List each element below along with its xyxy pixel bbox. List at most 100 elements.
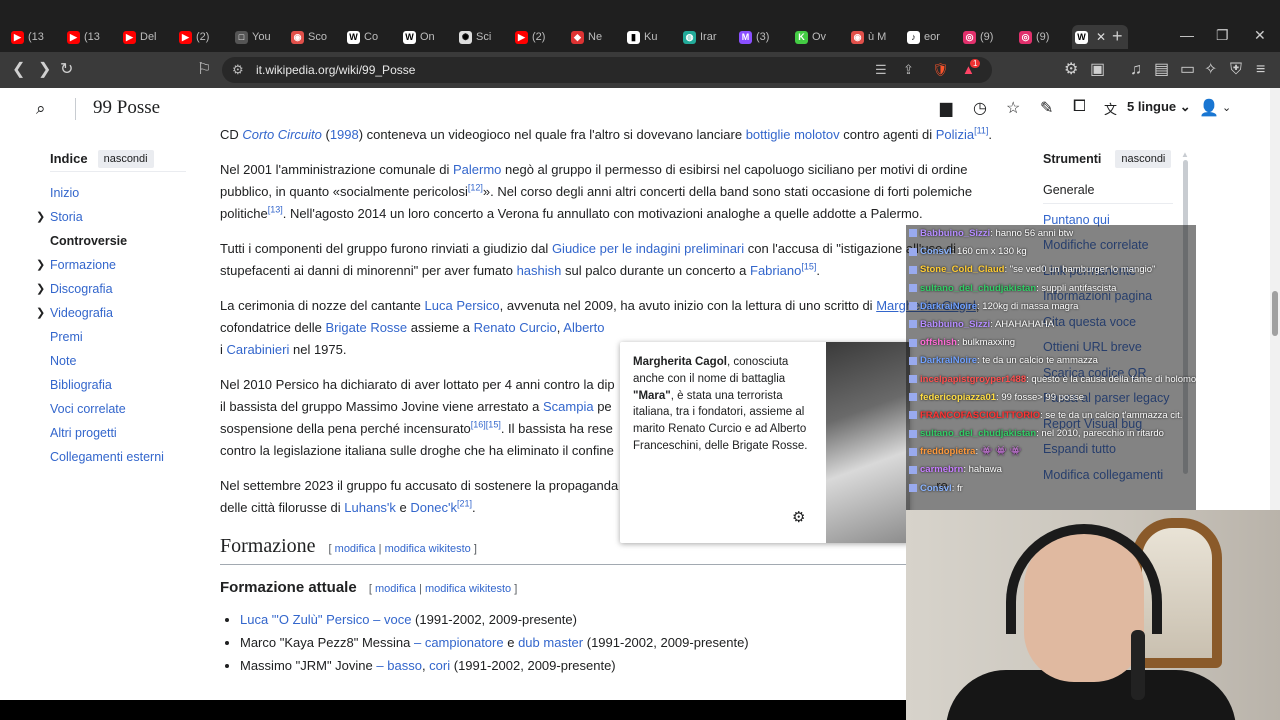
tab-5[interactable]: ◉ Sco	[288, 25, 344, 49]
edit-wikitext-link[interactable]: modifica wikitesto	[385, 543, 471, 555]
edit-link[interactable]: modifica	[335, 543, 376, 555]
scroll-up-icon[interactable]: ▲	[1181, 150, 1189, 159]
tab-4[interactable]: □ You	[232, 25, 288, 49]
tab-6[interactable]: W Co	[344, 25, 400, 49]
link-preview-popup[interactable]: Margherita Cagol, conosciuta anche con i…	[620, 342, 910, 543]
language-button[interactable]: 5 lingue ⌄	[1127, 99, 1191, 115]
brave-shields-icon[interactable]: 🛡	[932, 62, 949, 78]
link-role[interactable]: voce	[384, 612, 411, 627]
toc-item[interactable]: Collegamenti esterni	[50, 445, 190, 469]
tab-13[interactable]: M (3)	[736, 25, 792, 49]
chevron-right-icon[interactable]: ❯	[36, 277, 45, 301]
minimize-icon[interactable]: —	[1180, 27, 1194, 43]
tab-9[interactable]: ▶ (2)	[512, 25, 568, 49]
toc-item[interactable]: ❯ Discografia	[36, 277, 190, 301]
toc-item[interactable]: ❯ Formazione	[36, 253, 190, 277]
tab-12[interactable]: ◍ Irar	[680, 25, 736, 49]
site-info-icon[interactable]: ⚙	[232, 62, 244, 78]
link-donetsk[interactable]: Donec'k	[410, 500, 457, 515]
link-member[interactable]: Luca "'O Zulù" Persico	[240, 612, 370, 627]
link-bottiglie-molotov[interactable]: bottiglie molotov	[746, 127, 840, 142]
reference[interactable]: [15]	[801, 262, 816, 272]
toc-item[interactable]: Premi	[50, 325, 190, 349]
address-bar[interactable]: ⚙ it.wikipedia.org/wiki/99_Posse ☰ ⇪ 🛡 ▲…	[222, 57, 992, 83]
forward-icon[interactable]: ❯	[38, 60, 51, 80]
toc-item[interactable]: Note	[50, 349, 190, 373]
translate-icon[interactable]: 文	[1104, 99, 1117, 118]
tab-2[interactable]: ▶ Del	[120, 25, 176, 49]
leo-icon[interactable]: ✧	[1204, 60, 1217, 80]
link-role[interactable]: campionatore	[425, 635, 504, 650]
link-giudice[interactable]: Giudice per le indagini preliminari	[552, 241, 744, 256]
edit-link[interactable]: modifica	[375, 583, 416, 595]
toc-item[interactable]: ❯ Storia	[36, 205, 190, 229]
toc-item[interactable]: Bibliografia	[50, 373, 190, 397]
reference[interactable]: [16][15]	[471, 420, 501, 430]
reload-icon[interactable]: ↻	[60, 60, 73, 80]
link-polizia[interactable]: Polizia	[936, 127, 974, 142]
chevron-down-icon[interactable]: ⌄	[1222, 101, 1231, 114]
toc-item[interactable]: ❯ Videografia	[36, 301, 190, 325]
link-hashish[interactable]: hashish	[517, 263, 562, 278]
link-alberto[interactable]: Alberto	[563, 320, 604, 335]
link-palermo[interactable]: Palermo	[453, 162, 501, 177]
media-icon[interactable]: ♫	[1130, 60, 1142, 80]
link-role[interactable]: cori	[429, 658, 450, 673]
link-renato-curcio[interactable]: Renato Curcio	[474, 320, 557, 335]
user-icon[interactable]: 👤	[1199, 98, 1219, 118]
sidebar-icon[interactable]: ▤	[1154, 60, 1169, 80]
back-icon[interactable]: ❮	[12, 60, 25, 80]
extensions-icon[interactable]: ⚙	[1064, 60, 1078, 80]
tab-15[interactable]: ◉ ù M	[848, 25, 904, 49]
toc-item[interactable]: Inizio	[50, 181, 190, 205]
link-luca-persico[interactable]: Luca Persico	[425, 298, 500, 313]
reference[interactable]: [13]	[268, 205, 283, 215]
tab-7[interactable]: W On	[400, 25, 456, 49]
tab-10[interactable]: ◆ Ne	[568, 25, 624, 49]
toc-item[interactable]: Altri progetti	[50, 421, 190, 445]
watch-star-icon[interactable]: ☆	[1006, 98, 1020, 118]
tab-17[interactable]: ◎ (9)	[960, 25, 1016, 49]
tab-14[interactable]: K Ov	[792, 25, 848, 49]
reference[interactable]: [12]	[468, 183, 483, 193]
tab-18[interactable]: ◎ (9)	[1016, 25, 1072, 49]
link-luhansk[interactable]: Luhans'k	[344, 500, 396, 515]
screenshot-icon[interactable]: ▣	[1090, 60, 1105, 80]
tab-0[interactable]: ▶ (13	[8, 25, 64, 49]
url-text[interactable]: it.wikipedia.org/wiki/99_Posse	[256, 63, 415, 77]
link-fabriano[interactable]: Fabriano	[750, 263, 801, 278]
close-tab-icon[interactable]: ✕	[1096, 30, 1106, 44]
tab-11[interactable]: ▮ Ku	[624, 25, 680, 49]
link-scampia[interactable]: Scampia	[543, 399, 594, 414]
tab-8[interactable]: ✺ Sci	[456, 25, 512, 49]
chevron-right-icon[interactable]: ❯	[36, 205, 45, 229]
reader-mode-icon[interactable]: ☰	[875, 62, 887, 78]
link-1998[interactable]: 1998	[330, 127, 359, 142]
tab-3[interactable]: ▶ (2)	[176, 25, 232, 49]
toc-item[interactable]: Voci correlate	[50, 397, 190, 421]
bookmark-icon[interactable]: ⚐	[197, 60, 211, 80]
scroll-thumb[interactable]	[1272, 291, 1278, 336]
tab-16[interactable]: ♪ eor	[904, 25, 960, 49]
chevron-right-icon[interactable]: ❯	[36, 253, 45, 277]
link-corto-circuito[interactable]: Corto Circuito	[242, 127, 321, 142]
menu-icon[interactable]: ≡	[1256, 60, 1265, 80]
tools-hide-button[interactable]: nascondi	[1115, 150, 1172, 168]
link-carabinieri[interactable]: Carabinieri	[227, 342, 290, 357]
vpn-icon[interactable]: ⛨	[1230, 60, 1242, 80]
gear-icon[interactable]: ⚙	[792, 508, 805, 526]
history-icon[interactable]: ◷	[973, 98, 987, 118]
link-role[interactable]: basso	[387, 658, 422, 673]
search-icon[interactable]: ⌕	[36, 99, 46, 119]
new-tab-button[interactable]: +	[1112, 27, 1123, 45]
edit-wikitext-link[interactable]: modifica wikitesto	[425, 583, 511, 595]
chevron-right-icon[interactable]: ❯	[36, 301, 45, 325]
layout-icon[interactable]: ⧠	[1073, 98, 1086, 116]
toc-item[interactable]: Controversie	[50, 229, 190, 253]
talk-icon[interactable]: ▆	[940, 98, 952, 118]
link-role[interactable]: dub master	[518, 635, 583, 650]
wallet-icon[interactable]: ▭	[1180, 60, 1195, 80]
reference[interactable]: [11]	[974, 126, 988, 136]
edit-pencil-icon[interactable]: ✎	[1040, 98, 1053, 118]
link-brigate-rosse[interactable]: Brigate Rosse	[326, 320, 408, 335]
